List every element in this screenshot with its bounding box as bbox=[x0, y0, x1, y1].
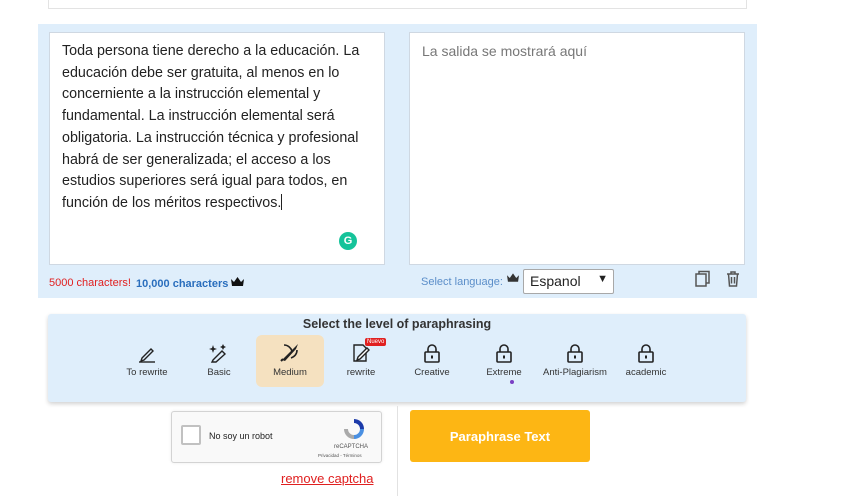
free-char-limit: 5000 characters! bbox=[49, 277, 131, 289]
recaptcha-label: No soy un robot bbox=[209, 431, 273, 441]
sparkle-pen-icon bbox=[209, 344, 227, 363]
pen-underline-icon bbox=[139, 348, 155, 363]
crown-icon bbox=[507, 273, 519, 282]
lock-icon bbox=[424, 344, 440, 363]
recaptcha-checkbox[interactable] bbox=[181, 425, 201, 445]
level-label: To rewrite bbox=[126, 367, 168, 378]
recaptcha-brand: reCAPTCHA bbox=[334, 444, 369, 450]
trash-icon[interactable] bbox=[724, 270, 742, 288]
input-textarea[interactable]: Toda persona tiene derecho a la educació… bbox=[49, 32, 385, 265]
crown-icon bbox=[231, 277, 245, 286]
premium-char-label: 10,000 characters bbox=[136, 278, 229, 290]
level-label: Creative bbox=[414, 367, 450, 378]
rocket-pen-icon bbox=[280, 344, 298, 362]
remove-captcha-link[interactable]: remove captcha bbox=[281, 471, 374, 486]
copy-icon[interactable] bbox=[694, 270, 712, 288]
chevron-down-icon: ▼ bbox=[597, 273, 608, 285]
level-label: Extreme bbox=[486, 367, 522, 378]
level-label: Anti-Plagiarism bbox=[543, 367, 607, 378]
language-select[interactable]: Espanol ▼ bbox=[523, 269, 614, 294]
level-medium[interactable]: Medium bbox=[256, 335, 324, 387]
recaptcha-widget: No soy un robot reCAPTCHA Privacidad - T… bbox=[171, 411, 382, 463]
new-badge: Nuevo bbox=[365, 338, 387, 346]
output-textarea[interactable]: La salida se mostrará aquí bbox=[409, 32, 745, 265]
level-extreme[interactable]: Extreme bbox=[480, 335, 528, 387]
premium-char-limit[interactable]: 10,000 characters bbox=[136, 277, 245, 290]
language-label: Select language: bbox=[421, 276, 503, 288]
paper-pen-icon bbox=[353, 344, 370, 362]
level-creative[interactable]: Creative bbox=[408, 335, 456, 387]
text-caret bbox=[281, 193, 283, 210]
level-label: Basic bbox=[207, 367, 231, 378]
level-to-rewrite[interactable]: To rewrite bbox=[119, 335, 175, 387]
level-label: rewrite bbox=[346, 367, 376, 378]
grammarly-icon[interactable]: G bbox=[339, 232, 357, 250]
lock-icon bbox=[638, 344, 654, 363]
divider bbox=[397, 406, 398, 496]
recaptcha-logo-icon bbox=[344, 419, 364, 439]
level-label: academic bbox=[625, 367, 667, 378]
level-basic[interactable]: Basic bbox=[194, 335, 244, 387]
level-anti-plagiarism[interactable]: Anti-Plagiarism bbox=[539, 335, 611, 387]
level-title: Select the level of paraphrasing bbox=[302, 317, 492, 331]
paraphrase-button[interactable]: Paraphrase Text bbox=[410, 410, 590, 462]
lock-icon bbox=[567, 344, 583, 363]
output-placeholder: La salida se mostrará aquí bbox=[422, 43, 587, 59]
lock-icon bbox=[496, 344, 512, 363]
top-card-edge bbox=[48, 0, 747, 9]
language-selected: Espanol bbox=[530, 273, 581, 289]
input-text: Toda persona tiene derecho a la educació… bbox=[62, 43, 360, 211]
level-academic[interactable]: academic bbox=[621, 335, 671, 387]
level-rewrite[interactable]: Nuevo rewrite bbox=[337, 335, 387, 387]
selection-dot bbox=[510, 380, 514, 384]
recaptcha-terms[interactable]: Privacidad - Términos bbox=[318, 453, 362, 458]
level-label: Medium bbox=[273, 367, 307, 378]
